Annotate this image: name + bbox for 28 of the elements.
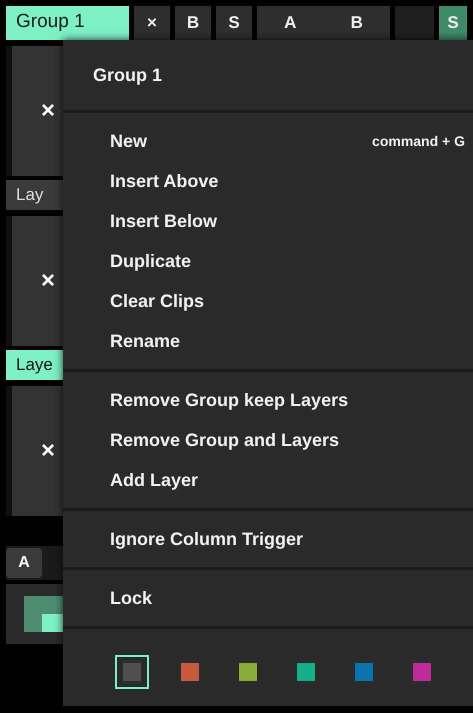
clip-thumbnail-icon [24,596,63,632]
a-button[interactable]: A [6,548,42,578]
menu-item[interactable]: Duplicate [63,241,473,281]
menu-item[interactable]: Insert Below [63,201,473,241]
menu-item[interactable]: Ignore Column Trigger [63,519,473,559]
solo-button[interactable]: S [439,6,467,40]
close-icon[interactable]: × [40,93,55,129]
layer-tab[interactable]: Lay [6,180,63,210]
menu-title: Group 1 [92,64,164,87]
menu-item[interactable]: Remove Group keep Layers [63,380,473,420]
b-button[interactable]: B [350,10,363,36]
color-swatch[interactable] [115,655,149,689]
header-button[interactable]: × [134,6,170,40]
group-tab[interactable]: Group 1 [6,6,129,40]
menu-item[interactable]: Rename [63,321,473,361]
close-icon[interactable]: × [40,433,55,469]
menu-item[interactable]: Insert Above [63,161,473,201]
menu-item[interactable]: Remove Group and Layers [63,420,473,460]
menu-item[interactable]: Clear Clips [63,281,473,321]
menu-item[interactable]: Lock [63,578,473,618]
close-icon[interactable]: × [40,263,55,299]
menu-item[interactable]: New command + G [63,121,473,161]
shortcut-label: command + G [372,132,465,150]
header-button[interactable]: S [216,6,252,40]
menu-item[interactable]: Add Layer [63,460,473,500]
a-button[interactable]: A [284,10,296,36]
layer-tab[interactable]: Laye [6,350,63,380]
header-button[interactable]: B [175,6,211,40]
